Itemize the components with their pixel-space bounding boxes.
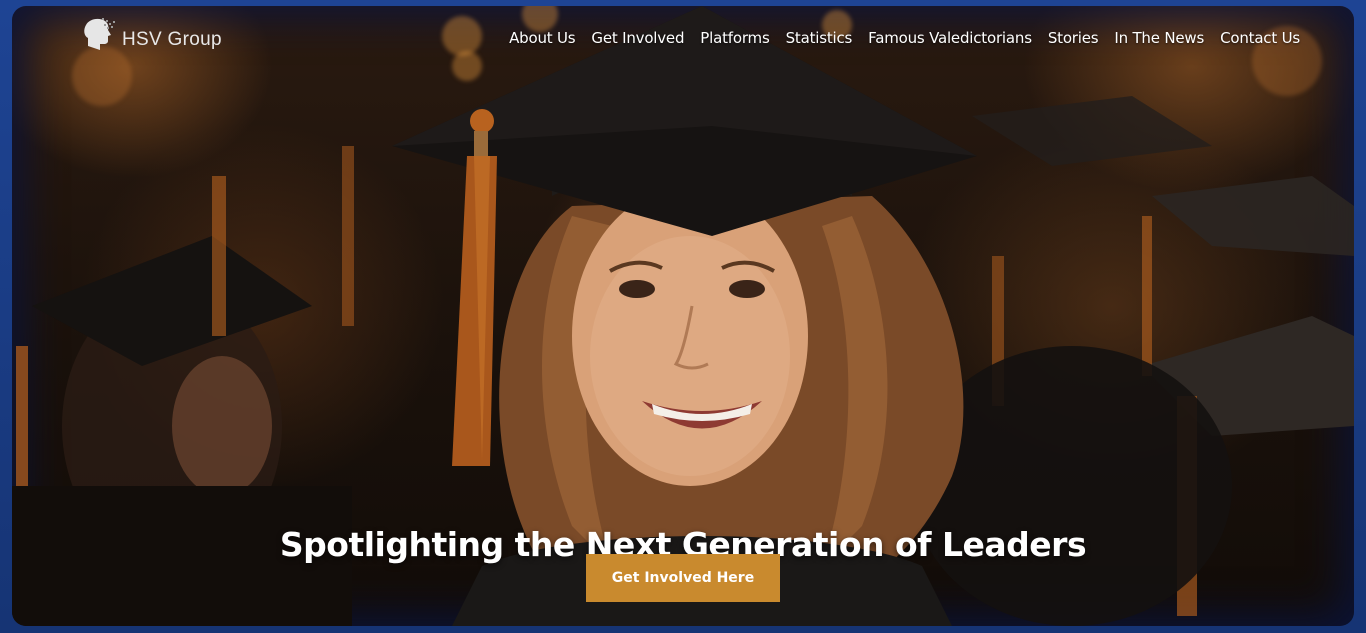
brand-name: HSV Group (122, 29, 222, 50)
nav-item-statistics[interactable]: Statistics (786, 29, 853, 47)
brand-logo[interactable]: HSV Group (80, 16, 222, 54)
nav-item-stories[interactable]: Stories (1048, 29, 1099, 47)
page-frame: HSV Group About Us Get Involved Platform… (0, 0, 1366, 633)
top-navbar: HSV Group About Us Get Involved Platform… (0, 0, 1366, 80)
nav-item-about-us[interactable]: About Us (509, 29, 576, 47)
nav-item-contact-us[interactable]: Contact Us (1220, 29, 1300, 47)
nav-item-get-involved[interactable]: Get Involved (591, 29, 684, 47)
head-profile-icon (84, 18, 115, 50)
nav-item-famous-valedictorians[interactable]: Famous Valedictorians (868, 29, 1032, 47)
get-involved-button[interactable]: Get Involved Here (586, 554, 780, 602)
nav-item-platforms[interactable]: Platforms (700, 29, 769, 47)
main-nav: About Us Get Involved Platforms Statisti… (509, 29, 1300, 47)
nav-item-in-the-news[interactable]: In The News (1114, 29, 1204, 47)
